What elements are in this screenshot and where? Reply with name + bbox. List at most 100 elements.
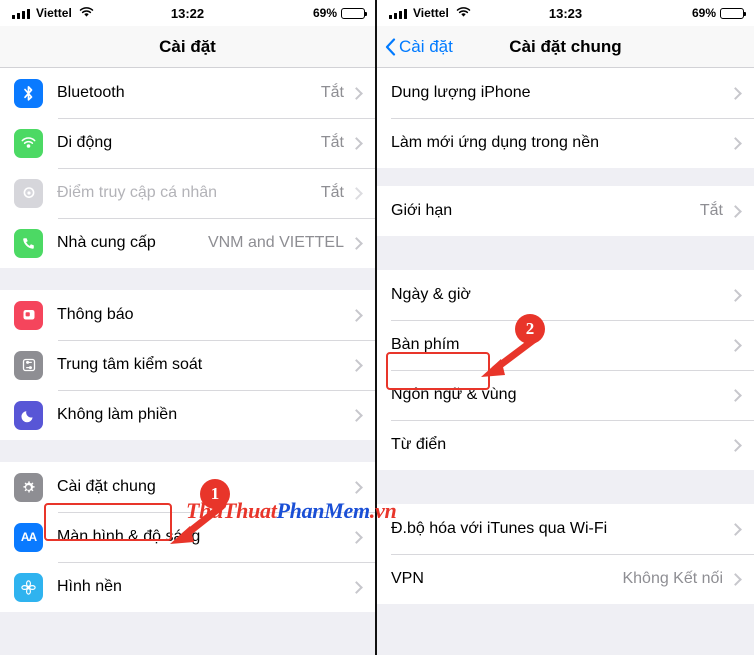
left-list-group-3: Cài đặt chung AA Màn hình & độ sáng Hình… — [0, 462, 375, 612]
chevron-right-icon — [729, 288, 742, 302]
row-label: Bluetooth — [57, 84, 125, 101]
right-status-bar: Viettel 13:23 69% — [377, 0, 754, 26]
chevron-right-icon — [729, 136, 742, 150]
carrier-phone-icon — [14, 228, 43, 258]
sidebar-item-bluetooth[interactable]: Bluetooth Tắt — [0, 68, 375, 118]
wifi-icon — [456, 6, 471, 21]
row-label: Từ điển — [391, 436, 447, 453]
chevron-right-icon — [350, 86, 363, 100]
sidebar-item-personal-hotspot[interactable]: Điểm truy cập cá nhân Tắt — [0, 168, 375, 218]
chevron-right-icon — [350, 408, 363, 422]
row-label: Không làm phiền — [57, 406, 178, 423]
chevron-right-icon — [350, 186, 363, 200]
row-label: Ngày & giờ — [391, 286, 471, 303]
left-nav-bar: Cài đặt — [0, 26, 375, 68]
do-not-disturb-moon-icon — [14, 400, 43, 430]
left-status-left: Viettel — [12, 6, 94, 21]
settings-item-language-region[interactable]: Ngôn ngữ & vùng — [377, 370, 754, 420]
row-value: Tắt — [320, 134, 344, 151]
row-label: VPN — [391, 570, 424, 587]
sidebar-item-wallpaper[interactable]: Hình nền — [0, 562, 375, 612]
row-value: Tắt — [320, 184, 344, 201]
chevron-right-icon — [729, 204, 742, 218]
battery-percent-label: 69% — [691, 6, 716, 20]
right-status-right: 69% — [691, 6, 746, 20]
gear-icon — [14, 472, 43, 502]
chevron-right-icon — [729, 388, 742, 402]
chevron-right-icon — [729, 338, 742, 352]
left-phone-screen: Viettel 13:22 69% Cài đặt Bluetooth Tắt — [0, 0, 377, 655]
left-list-group-1: Bluetooth Tắt Di động Tắt Điểm truy cập … — [0, 68, 375, 268]
battery-icon — [341, 7, 367, 19]
battery-icon — [720, 7, 746, 19]
row-label: Ngôn ngữ & vùng — [391, 386, 517, 403]
row-label: Làm mới ứng dụng trong nền — [391, 134, 599, 151]
chevron-right-icon — [729, 86, 742, 100]
row-label: Di động — [57, 134, 113, 151]
list-separator — [0, 440, 375, 462]
right-status-left: Viettel — [389, 6, 471, 21]
chevron-right-icon — [350, 136, 363, 150]
bluetooth-icon — [14, 78, 43, 108]
settings-item-dictionary[interactable]: Từ điển — [377, 420, 754, 470]
settings-item-keyboard[interactable]: Bàn phím — [377, 320, 754, 370]
chevron-right-icon — [350, 580, 363, 594]
back-button[interactable]: Cài đặt — [385, 37, 453, 57]
row-value: VNM and VIETTEL — [207, 234, 344, 251]
signal-bars-icon — [12, 8, 30, 19]
left-page-title: Cài đặt — [159, 36, 216, 56]
screenshot-root: Viettel 13:22 69% Cài đặt Bluetooth Tắt — [0, 0, 754, 655]
settings-item-restrictions[interactable]: Giới hạn Tắt — [377, 186, 754, 236]
list-separator — [0, 268, 375, 290]
row-label: Nhà cung cấp — [57, 234, 156, 251]
sidebar-item-cellular[interactable]: Di động Tắt — [0, 118, 375, 168]
chevron-right-icon — [729, 438, 742, 452]
row-value: Không Kết nối — [622, 570, 723, 587]
row-value: Tắt — [699, 202, 723, 219]
signal-bars-icon — [389, 8, 407, 19]
settings-item-itunes-wifi-sync[interactable]: Đ.bộ hóa với iTunes qua Wi-Fi — [377, 504, 754, 554]
row-label: Hình nền — [57, 578, 122, 595]
watermark-part1: ThuThuat — [186, 498, 277, 523]
right-phone-screen: Viettel 13:23 69% Cài đặt Cài đặt chung — [377, 0, 754, 655]
wifi-icon — [79, 6, 94, 21]
row-label: Màn hình & độ sáng — [57, 528, 201, 545]
row-label: Dung lượng iPhone — [391, 84, 531, 101]
step-badge-2: 2 — [515, 314, 545, 344]
sidebar-item-carrier[interactable]: Nhà cung cấp VNM and VIETTEL — [0, 218, 375, 268]
chevron-right-icon — [350, 358, 363, 372]
right-page-title: Cài đặt chung — [509, 36, 622, 56]
right-nav-bar: Cài đặt Cài đặt chung — [377, 26, 754, 68]
row-label: Thông báo — [57, 306, 134, 323]
chevron-right-icon — [350, 480, 363, 494]
chevron-right-icon — [350, 308, 363, 322]
left-status-bar: Viettel 13:22 69% — [0, 0, 375, 26]
chevron-right-icon — [350, 236, 363, 250]
left-status-right: 69% — [312, 6, 367, 20]
settings-item-vpn[interactable]: VPN Không Kết nối — [377, 554, 754, 604]
settings-item-date-time[interactable]: Ngày & giờ — [377, 270, 754, 320]
list-separator — [377, 236, 754, 270]
chevron-left-icon — [385, 37, 396, 56]
chevron-right-icon — [729, 572, 742, 586]
row-label: Đ.bộ hóa với iTunes qua Wi-Fi — [391, 520, 608, 537]
right-list-group-2: Giới hạn Tắt — [377, 186, 754, 236]
back-button-label: Cài đặt — [399, 36, 453, 56]
row-label: Điểm truy cập cá nhân — [57, 184, 218, 201]
watermark: ThuThuatPhanMem.vn — [186, 498, 397, 524]
chevron-right-icon — [729, 522, 742, 536]
settings-item-iphone-storage[interactable]: Dung lượng iPhone — [377, 68, 754, 118]
sidebar-item-notifications[interactable]: Thông báo — [0, 290, 375, 340]
chevron-right-icon — [350, 530, 363, 544]
row-label: Giới hạn — [391, 202, 453, 219]
settings-item-background-app-refresh[interactable]: Làm mới ứng dụng trong nền — [377, 118, 754, 168]
sidebar-item-do-not-disturb[interactable]: Không làm phiền — [0, 390, 375, 440]
carrier-label: Viettel — [36, 6, 72, 20]
personal-hotspot-icon — [14, 178, 43, 208]
watermark-part2: PhanMem — [276, 498, 371, 523]
battery-percent-label: 69% — [312, 6, 337, 20]
right-list-group-1: Dung lượng iPhone Làm mới ứng dụng trong… — [377, 68, 754, 168]
row-label: Bàn phím — [391, 336, 460, 353]
watermark-part3: .vn — [369, 498, 397, 523]
sidebar-item-control-center[interactable]: Trung tâm kiểm soát — [0, 340, 375, 390]
